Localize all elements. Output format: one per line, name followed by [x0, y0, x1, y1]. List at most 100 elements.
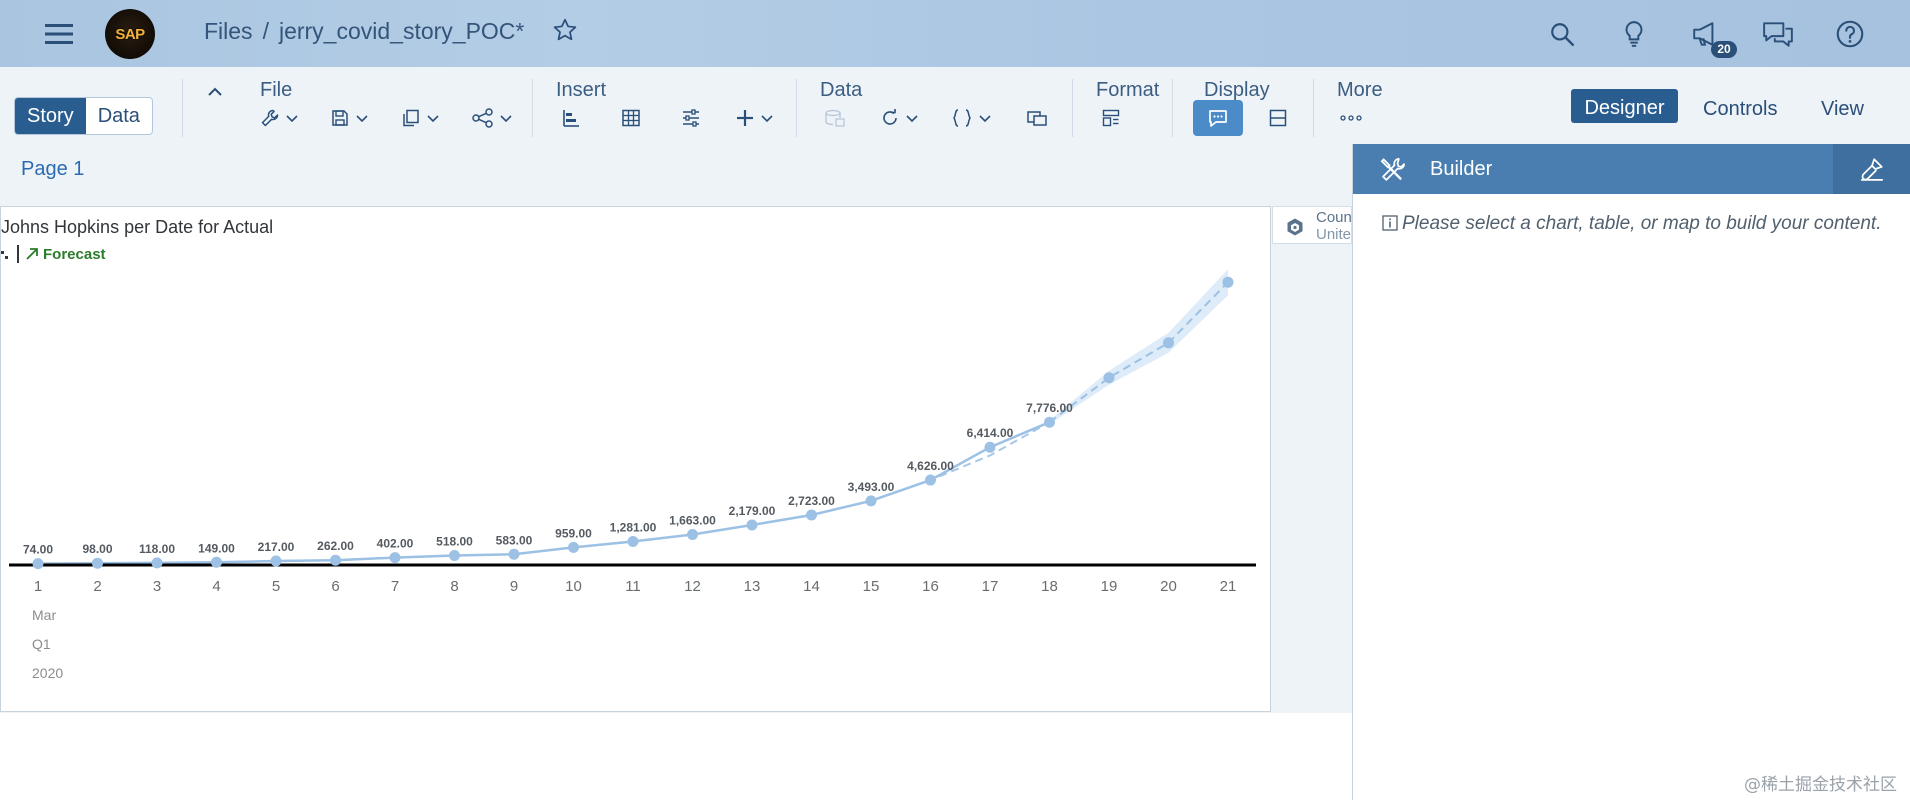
- share-menu[interactable]: [472, 105, 513, 131]
- formula-menu[interactable]: [951, 105, 992, 131]
- data-label: 1,663.00: [669, 513, 716, 527]
- paint-brush-icon: [1861, 158, 1883, 181]
- format-layout-icon: [1102, 109, 1120, 127]
- view-mode-button[interactable]: View: [1821, 98, 1864, 121]
- x-tick-label: 8: [450, 578, 458, 595]
- linked-views-icon: [1027, 111, 1047, 126]
- chevron-down-icon: [286, 115, 298, 123]
- chevron-down-icon: [979, 115, 991, 123]
- actual-data-point: [806, 509, 817, 521]
- chart-widget[interactable]: 74.00 98.00 118.00 149.00 217.00 262.00 402.00…: [0, 206, 1271, 712]
- collapse-toolbar-chevron-up-icon[interactable]: [206, 79, 224, 105]
- forecast-confidence-band: [1049, 269, 1228, 425]
- insert-add-menu[interactable]: [735, 105, 774, 131]
- copy-menu[interactable]: [401, 105, 440, 131]
- data-label: 6,414.00: [967, 426, 1014, 440]
- builder-header: Builder: [1353, 144, 1910, 194]
- country-filter-token[interactable]: Coun Unite: [1272, 206, 1352, 244]
- actual-data-point: [865, 495, 877, 507]
- database-icon: [825, 109, 845, 127]
- actual-data-point: [270, 555, 282, 567]
- story-tab[interactable]: Story: [15, 98, 86, 134]
- x-tick-label: 18: [1041, 578, 1058, 595]
- insert-chart-button[interactable]: [561, 105, 581, 131]
- comment-mode-button[interactable]: [1193, 100, 1243, 136]
- plus-icon: [737, 110, 753, 126]
- page-tab[interactable]: Page 1: [21, 158, 84, 181]
- designer-mode-button[interactable]: Designer: [1571, 89, 1678, 123]
- copy-icon: [403, 109, 419, 127]
- more-group-label: More: [1337, 79, 1383, 101]
- data-label: 959.00: [555, 526, 592, 540]
- menu-icon[interactable]: [39, 14, 79, 54]
- actual-data-point: [568, 541, 579, 553]
- actual-data-point: [389, 552, 401, 564]
- panel-layout-button[interactable]: [1268, 105, 1288, 131]
- info-icon: [1382, 215, 1398, 231]
- controls-mode-button[interactable]: Controls: [1703, 98, 1777, 121]
- trend-dashed-line: [37, 421, 1050, 565]
- builder-empty-message: Please select a chart, table, or map to …: [1382, 212, 1882, 236]
- watermark-text: @稀土掘金技术社区: [1744, 775, 1897, 795]
- builder-title: Builder: [1430, 158, 1493, 180]
- x-tick-label: 19: [1101, 578, 1118, 595]
- hierarchy-icon: [1, 251, 8, 259]
- data-label: 4,626.00: [907, 459, 954, 473]
- save-menu[interactable]: [330, 105, 369, 131]
- data-tab[interactable]: Data: [86, 98, 152, 134]
- page-tab-bar: Page 1: [0, 144, 1352, 206]
- x-tick-label: 21: [1220, 578, 1237, 595]
- actual-series-line: [37, 421, 1050, 565]
- actual-data-point: [32, 558, 44, 570]
- feedback-chat-icon[interactable]: [1758, 14, 1798, 54]
- x-tick-label: 17: [982, 578, 999, 595]
- toolbar-divider: [1172, 79, 1173, 137]
- chart-subheader: Forecast: [1, 245, 106, 263]
- tools-wrench-menu[interactable]: [260, 105, 299, 131]
- favorite-star-icon[interactable]: [552, 17, 578, 48]
- x-tick-label: 6: [331, 578, 339, 595]
- company-logo[interactable]: SAP: [105, 9, 155, 59]
- canvas-empty-area: [0, 713, 1352, 800]
- linked-analysis-button[interactable]: [1026, 105, 1048, 131]
- search-icon[interactable]: [1542, 14, 1582, 54]
- more-overflow-button[interactable]: [1340, 105, 1362, 131]
- data-label: 7,776.00: [1026, 401, 1073, 415]
- bar-chart-icon: [563, 110, 579, 127]
- wrench-icon: [261, 109, 279, 127]
- notification-count-badge: 20: [1711, 41, 1737, 58]
- toolbar-divider: [182, 79, 183, 137]
- x-tick-label: 13: [744, 578, 761, 595]
- toolbar-divider: [796, 79, 797, 137]
- actual-data-point: [925, 474, 936, 486]
- arrow-up-right-icon: [26, 248, 38, 260]
- styling-button[interactable]: [1101, 105, 1121, 131]
- actual-data-point: [746, 519, 758, 531]
- story-toolbar: Story Data File Insert Data Format Displ…: [0, 67, 1910, 144]
- styling-brush-tab[interactable]: [1833, 144, 1910, 194]
- actual-data-point: [1044, 416, 1055, 428]
- lightbulb-icon[interactable]: [1614, 14, 1654, 54]
- breadcrumb-separator: /: [262, 18, 269, 44]
- data-source-button-disabled: [824, 105, 846, 131]
- x-tick-label: 16: [922, 578, 939, 595]
- comment-icon: [1209, 110, 1227, 127]
- x-tick-label: 2: [93, 578, 101, 595]
- refresh-menu[interactable]: [880, 105, 919, 131]
- insert-input-control-button[interactable]: [681, 105, 701, 131]
- actual-data-point: [92, 557, 103, 569]
- breadcrumb-files-link[interactable]: Files: [204, 18, 253, 44]
- line-chart-plot: 74.00 98.00 118.00 149.00 217.00 262.00 402.00…: [9, 269, 1256, 681]
- data-label: 217.00: [258, 540, 295, 554]
- actual-data-point: [984, 441, 996, 453]
- actual-data-point: [687, 528, 698, 540]
- help-icon[interactable]: [1830, 14, 1870, 54]
- x-tick-label: 11: [625, 578, 641, 595]
- x-tick-label: 15: [863, 578, 880, 595]
- forecast-toggle[interactable]: Forecast: [25, 246, 106, 263]
- x-group-label: 2020: [32, 665, 63, 681]
- data-label: 3,493.00: [848, 480, 895, 494]
- insert-table-button[interactable]: [621, 105, 641, 131]
- forecast-label: Forecast: [43, 245, 106, 263]
- actual-data-point: [151, 557, 163, 569]
